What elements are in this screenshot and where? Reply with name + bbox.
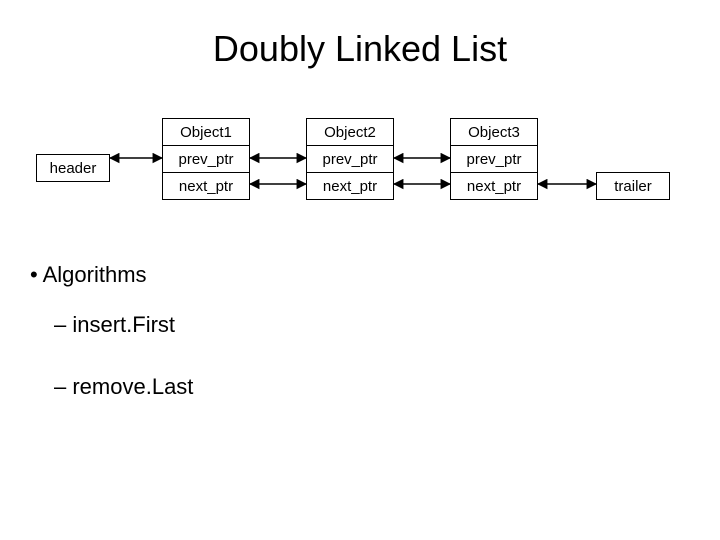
- node-2-prev: prev_ptr: [307, 146, 393, 173]
- bullet-main: • Algorithms: [30, 262, 193, 288]
- node-1-prev: prev_ptr: [163, 146, 249, 173]
- node-1-next: next_ptr: [163, 173, 249, 199]
- bullet-list: • Algorithms – insert.First – remove.Las…: [30, 262, 193, 436]
- node-1-data: Object1: [163, 119, 249, 146]
- node-3-prev: prev_ptr: [451, 146, 537, 173]
- node-2-data: Object2: [307, 119, 393, 146]
- trailer-box: trailer: [596, 172, 670, 200]
- trailer-label: trailer: [614, 179, 652, 194]
- header-label: header: [50, 161, 97, 176]
- node-1: Object1 prev_ptr next_ptr: [162, 118, 250, 200]
- header-box: header: [36, 154, 110, 182]
- node-2: Object2 prev_ptr next_ptr: [306, 118, 394, 200]
- node-3-data: Object3: [451, 119, 537, 146]
- node-3: Object3 prev_ptr next_ptr: [450, 118, 538, 200]
- node-2-next: next_ptr: [307, 173, 393, 199]
- diagram-title: Doubly Linked List: [0, 28, 720, 70]
- node-3-next: next_ptr: [451, 173, 537, 199]
- bullet-sub-2: – remove.Last: [54, 374, 193, 400]
- bullet-sub-1: – insert.First: [54, 312, 193, 338]
